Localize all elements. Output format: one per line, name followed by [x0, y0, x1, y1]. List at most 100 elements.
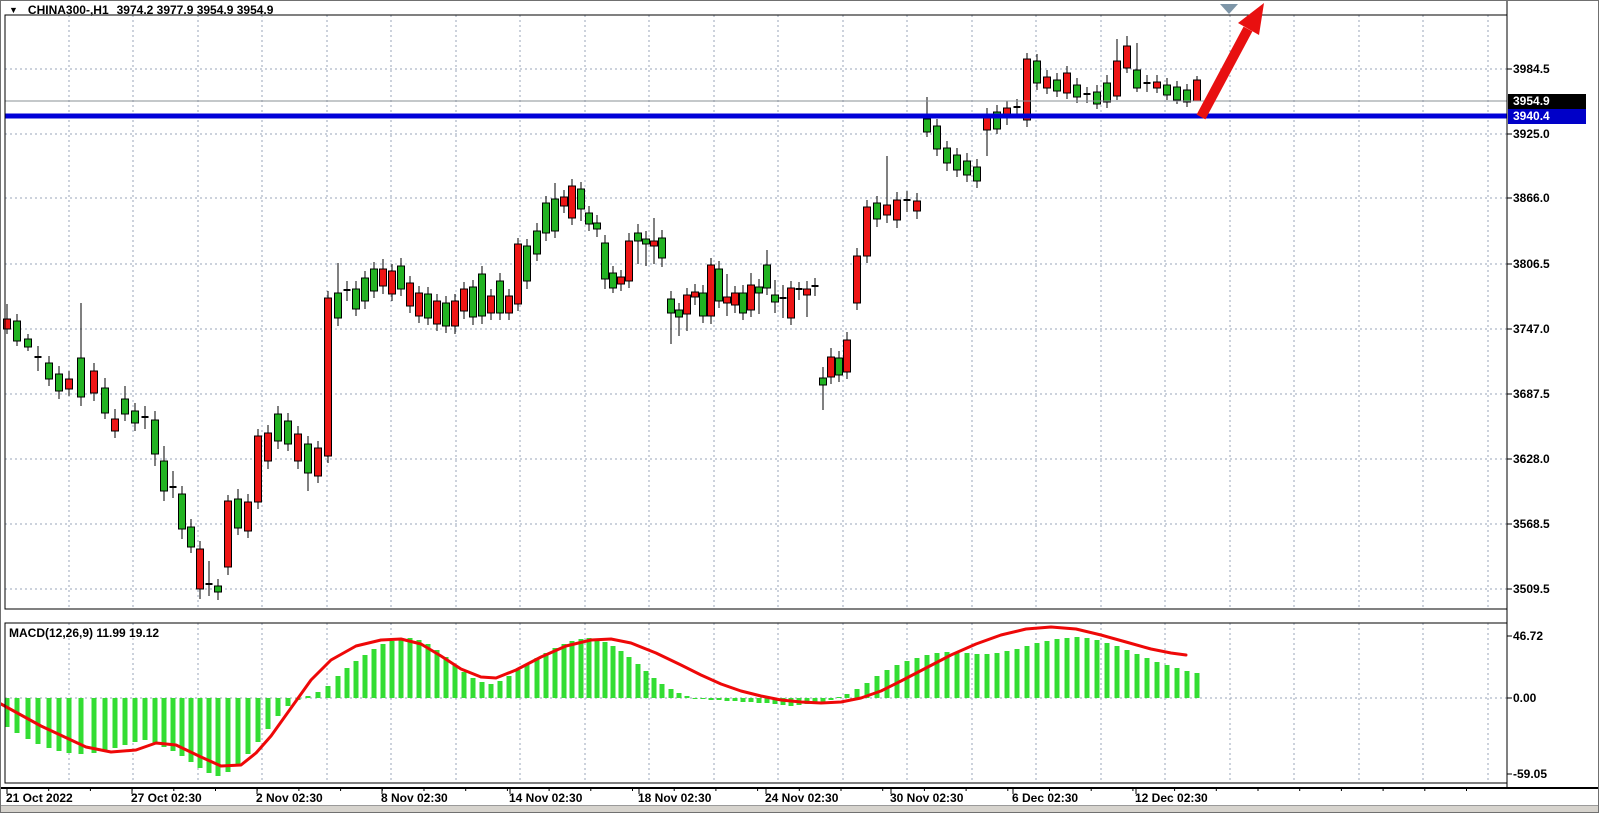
price-axis-label: 3747.0	[1513, 322, 1550, 336]
bull-candle	[524, 246, 531, 281]
bull-candle	[974, 167, 981, 181]
bear-candle	[265, 433, 272, 461]
bear-candle	[389, 271, 396, 294]
bear-candle	[684, 295, 691, 314]
bear-candle	[914, 201, 921, 211]
bull-candle	[78, 358, 85, 397]
bear-candle	[788, 288, 795, 318]
bull-candle	[425, 294, 432, 318]
bull-candle	[954, 155, 961, 170]
bear-candle	[828, 357, 835, 377]
bear-candle	[569, 186, 576, 218]
ohlc-values-label: 3974.2 3977.9 3954.9 3954.9	[117, 3, 274, 17]
bear-candle	[91, 371, 98, 393]
time-axis-label: 2 Nov 02:30	[256, 791, 323, 805]
bull-candle	[772, 295, 779, 302]
bull-candle	[179, 494, 186, 529]
bear-candle	[708, 265, 715, 316]
bull-candle	[1034, 61, 1041, 83]
bull-candle	[102, 388, 109, 413]
window-bottom-strip	[1, 805, 1598, 812]
price-axis-label: 3866.0	[1513, 191, 1550, 205]
bear-candle	[1044, 77, 1051, 88]
bull-candle	[1174, 87, 1181, 100]
bear-candle	[626, 241, 633, 281]
trading-chart-window: ▼ CHINA300-,H1 3974.2 3977.9 3954.9 3954…	[0, 0, 1599, 813]
bear-candle	[884, 205, 891, 215]
bull-candle	[443, 303, 450, 326]
bull-candle	[964, 161, 971, 175]
bull-candle	[275, 414, 282, 441]
bull-candle	[56, 374, 63, 391]
red-trend-arrow-shaft[interactable]	[1201, 29, 1248, 117]
bull-candle	[534, 231, 541, 254]
blue-level-price-badge: 3940.4	[1508, 109, 1586, 124]
price-axis-label: 3509.5	[1513, 582, 1550, 596]
bear-candle	[407, 283, 414, 306]
down-triangle-marker-icon[interactable]	[1220, 4, 1238, 14]
bull-candle	[552, 199, 559, 231]
bull-candle	[874, 203, 881, 219]
symbol-timeframe-label: CHINA300-,H1	[28, 3, 109, 17]
bear-candle	[561, 197, 568, 206]
bull-candle	[1184, 90, 1191, 102]
bull-candle	[1074, 85, 1081, 97]
bull-candle	[836, 358, 843, 375]
time-axis-label: 24 Nov 02:30	[765, 791, 838, 805]
bull-candle	[700, 293, 707, 316]
price-axis-label: 3925.0	[1513, 127, 1550, 141]
bull-candle	[1134, 70, 1141, 88]
bull-candle	[161, 461, 168, 491]
bear-candle	[864, 207, 871, 256]
bear-candle	[651, 241, 658, 246]
bull-candle	[934, 126, 941, 149]
bear-candle	[1154, 82, 1161, 88]
price-axis-label: 3628.0	[1513, 452, 1550, 466]
time-axis-label: 21 Oct 2022	[6, 791, 73, 805]
bear-candle	[1124, 46, 1131, 68]
chart-canvas[interactable]	[1, 1, 1599, 813]
bull-candle	[764, 265, 771, 288]
bear-candle	[325, 298, 332, 456]
bull-candle	[820, 378, 827, 385]
macd-axis-label: 0.00	[1513, 691, 1536, 705]
bear-candle	[724, 297, 731, 303]
bull-candle	[398, 266, 405, 289]
bear-candle	[894, 200, 901, 220]
bull-candle	[643, 239, 650, 244]
bull-candle	[944, 148, 951, 163]
bear-candle	[515, 244, 522, 304]
bear-candle	[315, 448, 322, 476]
bull-candle	[594, 223, 601, 229]
bear-candle	[854, 256, 861, 303]
bull-candle	[1104, 83, 1111, 102]
bear-candle	[618, 277, 625, 284]
bear-candle	[692, 292, 699, 297]
price-axis-label: 3568.5	[1513, 517, 1550, 531]
bull-candle	[353, 289, 360, 309]
bear-candle	[225, 501, 232, 567]
bull-candle	[756, 287, 763, 293]
bear-candle	[732, 293, 739, 305]
bull-candle	[122, 399, 129, 414]
bull-candle	[1054, 80, 1061, 91]
bull-candle	[46, 363, 53, 379]
bear-candle	[1114, 61, 1121, 96]
bull-candle	[1094, 92, 1101, 104]
bull-candle	[305, 444, 312, 473]
bull-candle	[610, 273, 617, 288]
bull-candle	[586, 213, 593, 224]
bear-candle	[804, 289, 811, 295]
bear-candle	[434, 301, 441, 324]
bull-candle	[362, 278, 369, 301]
bull-candle	[659, 238, 666, 258]
bull-candle	[602, 243, 609, 279]
symbol-caret-icon[interactable]: ▼	[9, 5, 18, 15]
bear-candle	[844, 340, 851, 372]
bear-candle	[452, 301, 459, 326]
bull-candle	[497, 281, 504, 313]
bear-candle	[295, 434, 302, 461]
bear-candle	[748, 285, 755, 310]
bull-candle	[479, 274, 486, 316]
bull-candle	[716, 269, 723, 301]
